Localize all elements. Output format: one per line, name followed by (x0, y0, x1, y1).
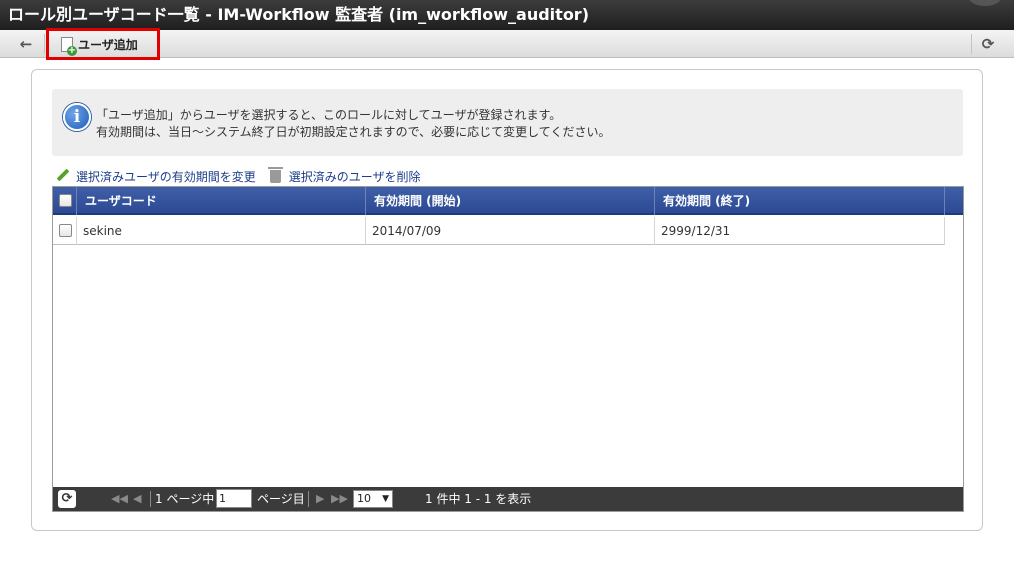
rows-per-page-value: 10 (357, 492, 371, 505)
trash-icon (267, 166, 283, 183)
window-corner-button[interactable] (968, 0, 1002, 6)
add-user-label: ユーザ追加 (78, 37, 138, 52)
header-checkbox-cell (53, 187, 77, 215)
user-grid: ユーザコード 有効期間 (開始) 有効期間 (終了) sekine 2014/0… (52, 186, 964, 512)
page-number-input[interactable] (216, 489, 252, 508)
refresh-button[interactable]: ⟳ (978, 35, 998, 53)
window-title: ロール別ユーザコード一覧 - IM-Workflow 監査者 (im_workf… (8, 5, 590, 24)
prev-page-icon[interactable]: ◀ (133, 491, 141, 507)
toolbar-divider-right (971, 34, 972, 54)
delete-users-link[interactable]: 選択済みのユーザを削除 (267, 166, 421, 185)
pager-divider (308, 491, 309, 507)
rows-per-page-select[interactable]: 10 ▼ (353, 490, 393, 508)
next-page-icon[interactable]: ▶ (316, 491, 324, 507)
first-page-icon[interactable]: ◀◀ (111, 491, 128, 507)
change-period-link[interactable]: 選択済みユーザの有効期間を変更 (56, 168, 256, 185)
toolbar: ← ユーザ追加 ⟳ (0, 28, 1014, 60)
cell-start-date: 2014/07/09 (366, 217, 655, 245)
add-document-icon (61, 36, 77, 56)
pencil-icon (56, 169, 70, 183)
back-arrow-icon: ← (19, 35, 33, 53)
delete-users-label: 選択済みのユーザを削除 (288, 169, 421, 184)
toolbar-divider (44, 34, 45, 54)
column-header-end[interactable]: 有効期間 (終了) (655, 187, 945, 215)
main-panel: i 「ユーザ追加」からユーザを選択すると、このロールに対してユーザが登録されます… (31, 69, 983, 531)
pager-summary: 1 件中 1 - 1 を表示 (425, 492, 532, 506)
cell-user-code: sekine (77, 217, 366, 245)
last-page-icon[interactable]: ▶▶ (331, 491, 348, 507)
back-button[interactable]: ← (14, 35, 38, 53)
info-text-line-1: 「ユーザ追加」からユーザを選択すると、このロールに対してユーザが登録されます。 (96, 108, 562, 122)
cell-end-date: 2999/12/31 (655, 217, 945, 245)
reload-icon: ⟳ (61, 491, 73, 506)
row-checkbox-cell (53, 217, 77, 245)
grid-actions: 選択済みユーザの有効期間を変更 選択済みのユーザを削除 (56, 166, 435, 185)
grid-header: ユーザコード 有効期間 (開始) 有効期間 (終了) (53, 187, 963, 215)
row-checkbox[interactable] (59, 224, 72, 237)
add-user-button[interactable]: ユーザ追加 (46, 28, 160, 60)
window-title-bar: ロール別ユーザコード一覧 - IM-Workflow 監査者 (im_workf… (0, 0, 1014, 30)
refresh-icon: ⟳ (981, 35, 995, 53)
table-row[interactable]: sekine 2014/07/09 2999/12/31 (53, 217, 945, 245)
pager-reload-button[interactable]: ⟳ (58, 490, 76, 508)
change-period-label: 選択済みユーザの有効期間を変更 (76, 169, 256, 184)
chevron-down-icon: ▼ (382, 494, 389, 504)
column-header-start[interactable]: 有効期間 (開始) (366, 187, 655, 215)
pager-divider (150, 491, 151, 507)
pager-bar: ⟳ ◀◀ ◀ 1 ページ中 ページ目 ▶ ▶▶ 10 ▼ 1 件中 1 - 1 … (53, 487, 963, 511)
column-header-user-code[interactable]: ユーザコード (77, 187, 366, 215)
info-text-line-2: 有効期間は、当日～システム終了日が初期設定されますので、必要に応じて変更してくだ… (96, 125, 611, 139)
info-icon: i (63, 103, 91, 131)
select-all-checkbox[interactable] (59, 194, 72, 207)
page-prefix-text: 1 ページ中 (155, 492, 215, 506)
page-suffix-text: ページ目 (257, 492, 305, 506)
info-message-box: i 「ユーザ追加」からユーザを選択すると、このロールに対してユーザが登録されます… (52, 89, 963, 156)
